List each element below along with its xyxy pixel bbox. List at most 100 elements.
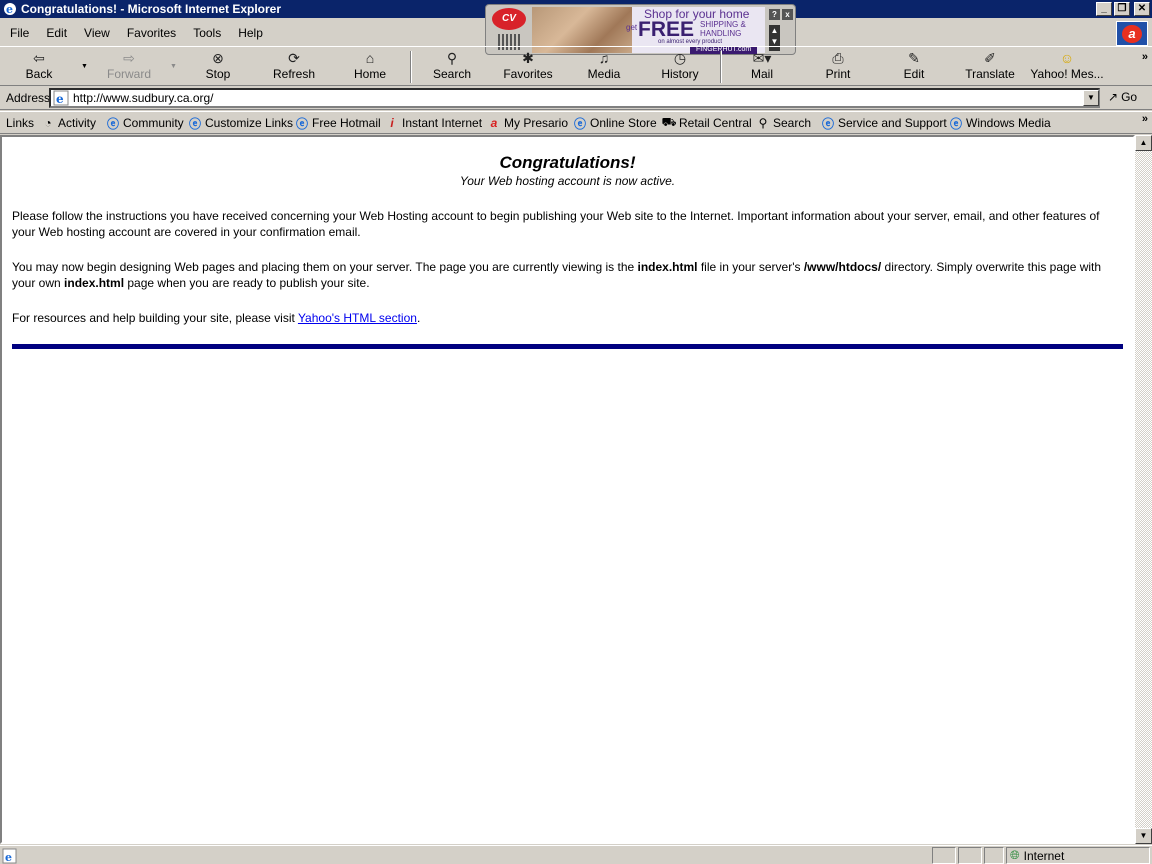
toolbar-separator [720, 51, 722, 83]
stop-button[interactable]: ⊗ Stop [183, 50, 253, 81]
page-status-icon: e [2, 848, 17, 864]
scroll-down-icon[interactable]: ▼ [1135, 828, 1152, 844]
ad-close-button[interactable]: x [782, 9, 793, 20]
status-panel-2 [958, 847, 982, 864]
media-icon: ♫ [598, 50, 610, 66]
ie-icon: e [4, 3, 16, 16]
link-community[interactable]: ⓔ Community [105, 115, 184, 131]
link-customize-links[interactable]: ⓔ Customize Links [187, 115, 293, 131]
address-dropdown-icon[interactable]: ▼ [1083, 90, 1099, 106]
menu-file[interactable]: File [10, 26, 29, 40]
links-bar: Links ◔ Activity ⓔ Community ⓔ Customize Li… [0, 111, 1152, 134]
favorites-icon: ✱ [522, 50, 534, 66]
address-url: http://www.sudbury.ca.org/ [73, 91, 214, 105]
menu-help[interactable]: Help [238, 26, 263, 40]
security-zone[interactable]: 🌐︎ Internet [1006, 847, 1150, 864]
link-free-hotmail[interactable]: ⓔ Free Hotmail [294, 115, 381, 131]
address-input[interactable]: e http://www.sudbury.ca.org/ [49, 88, 1100, 108]
links-label: Links [6, 116, 35, 130]
status-bar: e 🌐︎ Internet [0, 845, 1152, 864]
stop-icon: ⊗ [212, 50, 224, 66]
links-chevron-icon[interactable]: » [1142, 113, 1148, 125]
svg-text:e: e [6, 3, 13, 16]
refresh-icon: ⟳ [288, 50, 300, 66]
svg-text:e: e [5, 851, 12, 864]
menu-tools[interactable]: Tools [193, 26, 221, 40]
restore-button[interactable]: ❐ [1114, 2, 1130, 16]
home-button[interactable]: ⌂ Home [335, 50, 405, 81]
presario-icon: a [490, 116, 498, 130]
link-retail-central[interactable]: ⛟ Retail Central [661, 115, 751, 131]
link-service-and-support[interactable]: ⓔ Service and Support [820, 115, 947, 131]
menu-edit[interactable]: Edit [46, 26, 67, 40]
translate-button[interactable]: ✐ Translate [955, 50, 1025, 81]
paragraph-instructions: Please follow the instructions you have … [12, 209, 1100, 239]
link-online-store[interactable]: ⓔ Online Store [572, 115, 657, 131]
ie-page-icon: ⓔ [573, 116, 586, 131]
close-button[interactable]: ✕ [1134, 2, 1150, 16]
standard-toolbar: ⇦ Back ▼ ⇨ Forward ▼ ⊗ Stop ⟳ Refresh ⌂ Home … [0, 46, 1152, 86]
link-my-presario[interactable]: a My Presario [486, 115, 568, 131]
history-icon: ◷ [673, 50, 687, 66]
status-panel-3 [984, 847, 1004, 864]
web-content: Congratulations! Your Web hosting accoun… [0, 135, 1135, 844]
yahoo-html-link[interactable]: Yahoo's HTML section [298, 311, 417, 325]
ie-page-icon: ⓔ [949, 116, 962, 131]
mail-icon: ✉▾ [752, 50, 772, 66]
toolbar-chevron-icon[interactable]: » [1142, 51, 1148, 63]
scroll-up-icon[interactable]: ▲ [1135, 135, 1152, 151]
zone-label: Internet [1023, 848, 1065, 863]
search-icon: ⚲ [446, 50, 458, 66]
throbber-logo: a [1116, 21, 1148, 46]
menu-favorites[interactable]: Favorites [127, 26, 176, 40]
ie-page-icon: ⓔ [821, 116, 834, 131]
forward-button[interactable]: ⇨ Forward [94, 50, 164, 81]
translate-icon: ✐ [984, 50, 996, 66]
page-title: Congratulations! [499, 153, 636, 172]
search-button[interactable]: ⚲ Search [417, 50, 487, 81]
paragraph-resources: For resources and help building your sit… [12, 311, 421, 325]
history-button[interactable]: ◷ History [645, 50, 715, 81]
back-arrow-icon: ⇦ [33, 50, 45, 66]
link-windows-media[interactable]: ⓔ Windows Media [948, 115, 1051, 131]
page-body: Congratulations! Your Web hosting accoun… [2, 137, 1133, 349]
activity-icon: ◔ [44, 116, 52, 130]
window-title: Congratulations! - Microsoft Internet Ex… [21, 2, 282, 16]
paragraph-index: You may now begin designing Web pages an… [12, 260, 1102, 290]
media-button[interactable]: ♫ Media [569, 50, 639, 81]
ie-page-icon: ⓔ [106, 116, 119, 131]
minimize-button[interactable]: _ [1096, 2, 1112, 16]
edit-icon: ✎ [908, 50, 920, 66]
ie-page-icon: ⓔ [188, 116, 201, 131]
link-instant-internet[interactable]: i Instant Internet [384, 115, 482, 131]
yahoo-messenger-button[interactable]: ☺ Yahoo! Mes... [1028, 50, 1106, 81]
back-dropdown-icon[interactable]: ▼ [81, 63, 88, 70]
vertical-scrollbar[interactable]: ▲ ▼ [1135, 135, 1152, 844]
page-subtitle: Your Web hosting account is now active. [459, 174, 676, 188]
refresh-button[interactable]: ⟳ Refresh [259, 50, 329, 81]
print-button[interactable]: ⎙ Print [803, 50, 873, 81]
status-text: e [0, 847, 930, 864]
link-search[interactable]: ⚲ Search [755, 115, 811, 131]
edit-button[interactable]: ✎ Edit [879, 50, 949, 81]
address-bar: Address e http://www.sudbury.ca.org/ ▼ ↗… [0, 87, 1152, 110]
favorites-button[interactable]: ✱ Favorites [493, 50, 563, 81]
menu-bar: File Edit View Favorites Tools Help [0, 20, 1152, 45]
ad-help-button[interactable]: ? [769, 9, 780, 20]
home-icon: ⌂ [365, 50, 375, 66]
back-button[interactable]: ⇦ Back [4, 50, 74, 81]
smiley-icon: ☺ [1059, 50, 1075, 66]
forward-dropdown-icon[interactable]: ▼ [170, 63, 177, 70]
window-controls: _ ❐ ✕ [1096, 2, 1150, 16]
info-icon: i [390, 116, 394, 130]
go-button[interactable]: ↗ Go [1108, 90, 1137, 104]
go-arrow-icon: ↗ [1108, 90, 1119, 104]
address-label: Address [6, 91, 51, 105]
toolbar-separator [410, 51, 412, 83]
cart-icon: ⛟ [661, 115, 677, 129]
link-activity[interactable]: ◔ Activity [40, 115, 96, 131]
mail-button[interactable]: ✉▾ Mail [727, 50, 797, 81]
print-icon: ⎙ [832, 50, 844, 66]
menu-view[interactable]: View [84, 26, 110, 40]
svg-text:e: e [56, 92, 64, 106]
